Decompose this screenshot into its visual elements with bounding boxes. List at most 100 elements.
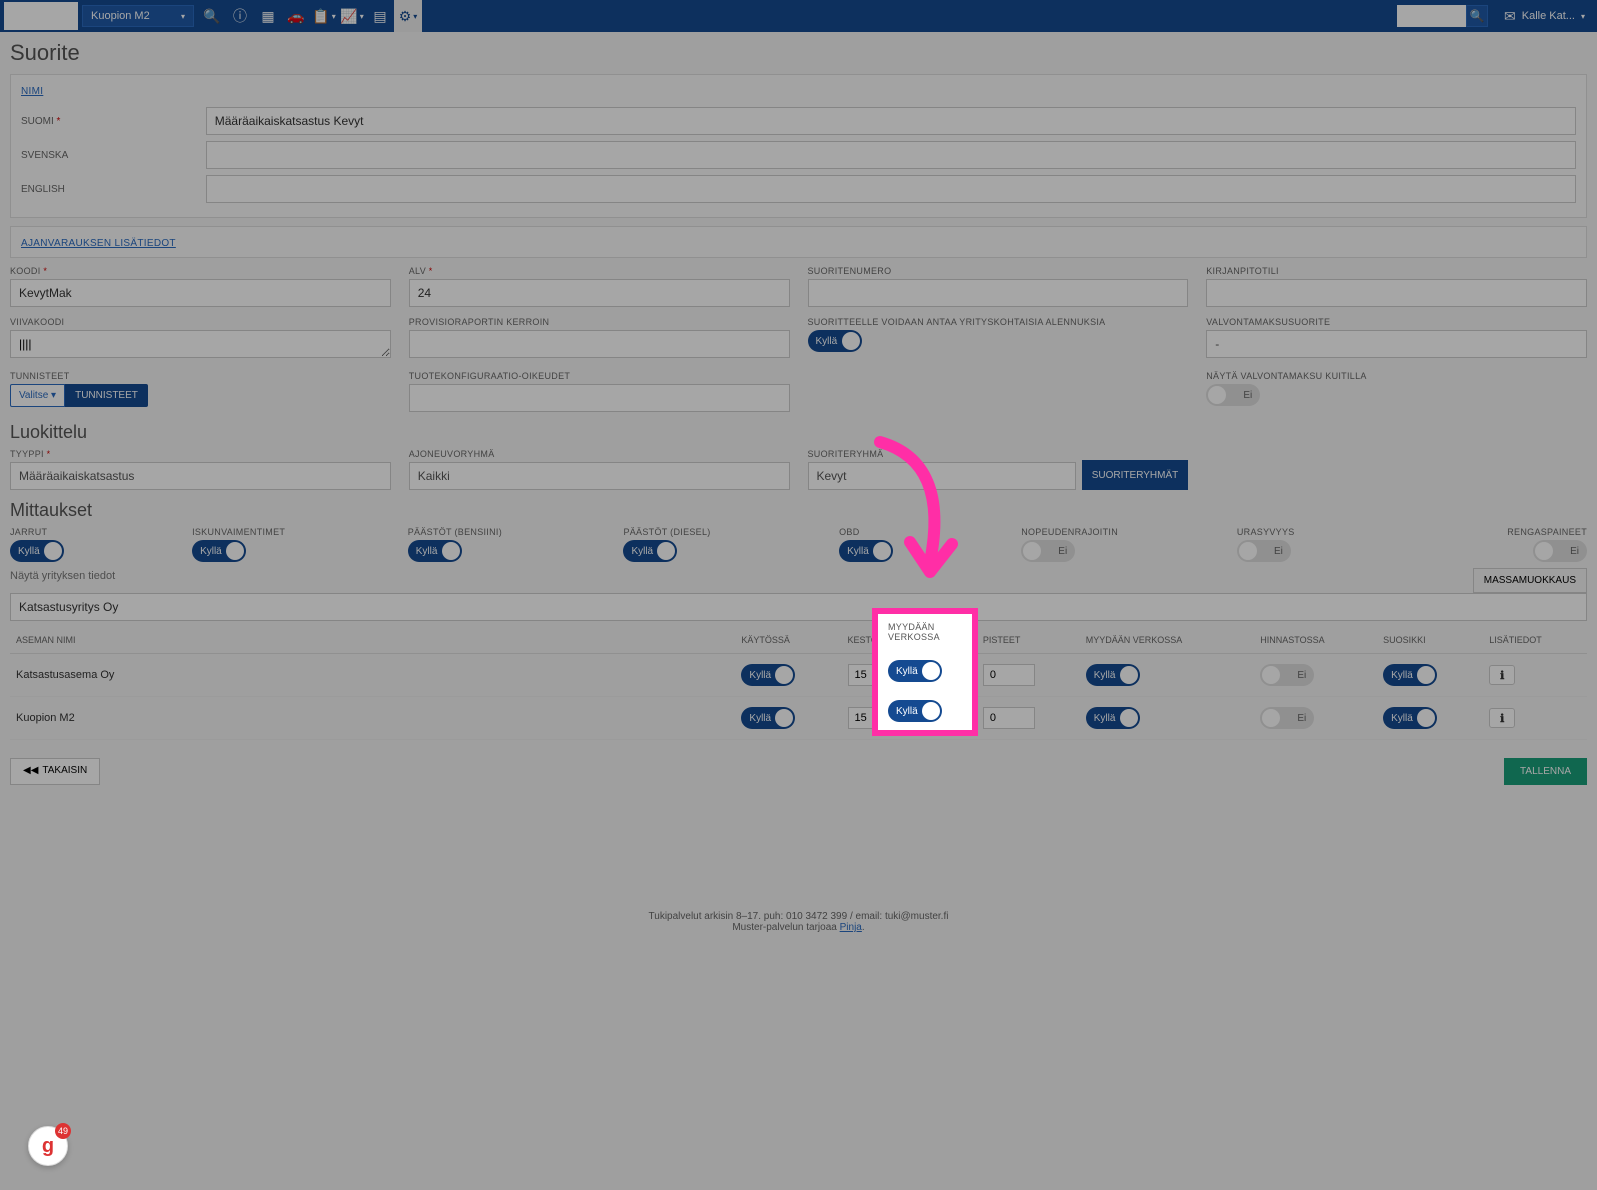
- save-button[interactable]: Tallenna: [1504, 758, 1587, 785]
- page-title: Suorite: [10, 40, 1587, 66]
- tunnisteet-label: Tunnisteet: [10, 371, 391, 381]
- name-panel: Nimi Suomi Svenska English: [10, 74, 1587, 218]
- col-suosikki: Suosikki: [1377, 627, 1483, 654]
- tyyppi-label: Tyyppi: [10, 449, 391, 459]
- nopeus-label: Nopeudenrajoitin: [1021, 527, 1223, 537]
- car-icon[interactable]: 🚗: [282, 0, 310, 32]
- footer-line1: Tukipalvelut arkisin 8–17. puh: 010 3472…: [10, 911, 1587, 922]
- yritysalennus-toggle[interactable]: Kyllä: [808, 330, 862, 352]
- tuotekonfig-label: Tuotekonfiguraatio-oikeudet: [409, 371, 790, 381]
- hinnastossa-toggle[interactable]: Ei: [1260, 707, 1314, 729]
- massamuokkaus-button[interactable]: Massamuokkaus: [1473, 568, 1587, 593]
- table-row: Katsastusasema Oy Kyllä min Kyllä Ei Kyl…: [10, 654, 1587, 697]
- pisteet-input[interactable]: [983, 707, 1035, 729]
- valvonta-select[interactable]: -: [1206, 330, 1587, 358]
- col-myydaan: Myydään verkossa: [1080, 627, 1255, 654]
- jarrut-toggle[interactable]: Kyllä: [10, 540, 64, 562]
- suosikki-toggle[interactable]: Kyllä: [1383, 707, 1437, 729]
- alv-input[interactable]: [409, 279, 790, 307]
- kaytossa-toggle[interactable]: Kyllä: [741, 664, 795, 686]
- info-button[interactable]: [1489, 708, 1515, 728]
- tunnisteet-button[interactable]: Tunnisteet: [65, 384, 148, 407]
- rengas-toggle[interactable]: Ei: [1533, 540, 1587, 562]
- urasyvyys-toggle[interactable]: Ei: [1237, 540, 1291, 562]
- user-menu[interactable]: Kalle Kat... ▾: [1504, 8, 1585, 25]
- viivakoodi-label: Viivakoodi: [10, 317, 391, 327]
- nav-icons: 🔍 ⓘ ▦ 🚗 📋 📈 ▤ ⚙: [198, 0, 422, 32]
- logo: [4, 2, 78, 30]
- station-name: Kuopion M2: [91, 10, 150, 22]
- ajoneuvo-label: Ajoneuvoryhmä: [409, 449, 790, 459]
- viivakoodi-input[interactable]: ||||: [10, 330, 391, 358]
- table-row: Kuopion M2 Kyllä min Kyllä Ei Kyllä: [10, 697, 1587, 740]
- back-button[interactable]: ◀◀Takaisin: [10, 758, 100, 785]
- col-lisa: Lisätiedot: [1483, 627, 1587, 654]
- yritys-info: Näytä yrityksen tiedot: [10, 570, 115, 582]
- mittaukset-heading: Mittaukset: [10, 500, 1587, 521]
- clipboard-icon[interactable]: 📋: [310, 0, 338, 32]
- valitse-button[interactable]: Valitse ▾: [10, 384, 65, 407]
- calendar-icon[interactable]: ▦: [254, 0, 282, 32]
- help-widget[interactable]: 49: [28, 1126, 68, 1166]
- info-button[interactable]: [1489, 665, 1515, 685]
- paastot-b-toggle[interactable]: Kyllä: [408, 540, 462, 562]
- myydaan-toggle[interactable]: Kyllä: [1086, 707, 1140, 729]
- col-kaytossa: Käytössä: [735, 627, 841, 654]
- tyyppi-select[interactable]: Määräaikaiskatsastus: [10, 462, 391, 490]
- svenska-input[interactable]: [206, 141, 1576, 169]
- ajanvaraus-link[interactable]: Ajanvarauksen lisätiedot: [21, 238, 176, 249]
- suomi-label: Suomi: [21, 116, 206, 127]
- highlight-toggle-2[interactable]: Kyllä: [888, 700, 942, 722]
- chevron-down-icon: ▾: [1581, 12, 1585, 21]
- stations-table: Aseman nimi Käytössä Kesto Pisteet Myydä…: [10, 627, 1587, 740]
- page-footer: Tukipalvelut arkisin 8–17. puh: 010 3472…: [10, 911, 1587, 953]
- kirjanpitotili-label: Kirjanpitotili: [1206, 266, 1587, 276]
- chevron-down-icon: ▾: [181, 12, 185, 21]
- paastot-b-label: Päästöt (bensiini): [408, 527, 610, 537]
- urasyvyys-label: Urasyvyys: [1237, 527, 1405, 537]
- chart-icon[interactable]: 📈: [338, 0, 366, 32]
- kirjanpitotili-input[interactable]: [1206, 279, 1587, 307]
- english-input[interactable]: [206, 175, 1576, 203]
- suoritenumero-input[interactable]: [808, 279, 1189, 307]
- koodi-label: Koodi: [10, 266, 391, 276]
- pisteet-input[interactable]: [983, 664, 1035, 686]
- global-search-input[interactable]: [1397, 5, 1467, 27]
- nimi-link[interactable]: Nimi: [21, 86, 43, 97]
- station-select[interactable]: Kuopion M2 ▾: [82, 5, 194, 27]
- highlight-toggle-1[interactable]: Kyllä: [888, 660, 942, 682]
- ajanvaraus-panel: Ajanvarauksen lisätiedot: [10, 226, 1587, 258]
- suomi-input[interactable]: [206, 107, 1576, 135]
- arrow-annotation: [860, 432, 980, 602]
- list-icon[interactable]: ▤: [366, 0, 394, 32]
- cell-name: Katsastusasema Oy: [10, 654, 735, 697]
- gear-icon[interactable]: ⚙: [394, 0, 422, 32]
- company-field[interactable]: Katsastusyritys Oy: [10, 593, 1587, 621]
- luokittelu-heading: Luokittelu: [10, 422, 1587, 443]
- highlight-header: Myydään verkossa: [888, 622, 962, 642]
- nopeus-toggle[interactable]: Ei: [1021, 540, 1075, 562]
- myydaan-toggle[interactable]: Kyllä: [1086, 664, 1140, 686]
- paastot-d-label: Päästöt (diesel): [623, 527, 825, 537]
- nayta-valvonta-label: Näytä valvontamaksu kuitilla: [1206, 371, 1587, 381]
- suosikki-toggle[interactable]: Kyllä: [1383, 664, 1437, 686]
- kaytossa-toggle[interactable]: Kyllä: [741, 707, 795, 729]
- paastot-d-toggle[interactable]: Kyllä: [623, 540, 677, 562]
- mail-icon[interactable]: [1504, 8, 1516, 25]
- ajoneuvo-select[interactable]: Kaikki: [409, 462, 790, 490]
- search-icon[interactable]: 🔍: [198, 0, 226, 32]
- iskun-toggle[interactable]: Kyllä: [192, 540, 246, 562]
- global-search-button[interactable]: 🔍: [1466, 5, 1488, 27]
- koodi-input[interactable]: [10, 279, 391, 307]
- english-label: English: [21, 184, 206, 195]
- hinnastossa-toggle[interactable]: Ei: [1260, 664, 1314, 686]
- suoriteryhmat-button[interactable]: Suoriteryhmät: [1082, 460, 1189, 490]
- tuotekonfig-input[interactable]: [409, 384, 790, 412]
- jarrut-label: Jarrut: [10, 527, 178, 537]
- pinja-link[interactable]: Pinja: [840, 922, 862, 933]
- nayta-valvonta-toggle[interactable]: Ei: [1206, 384, 1260, 406]
- provisio-label: Provisioraportin kerroin: [409, 317, 790, 327]
- highlight-callout: Myydään verkossa Kyllä Kyllä: [872, 608, 978, 736]
- provisio-input[interactable]: [409, 330, 790, 358]
- info-icon[interactable]: ⓘ: [226, 0, 254, 32]
